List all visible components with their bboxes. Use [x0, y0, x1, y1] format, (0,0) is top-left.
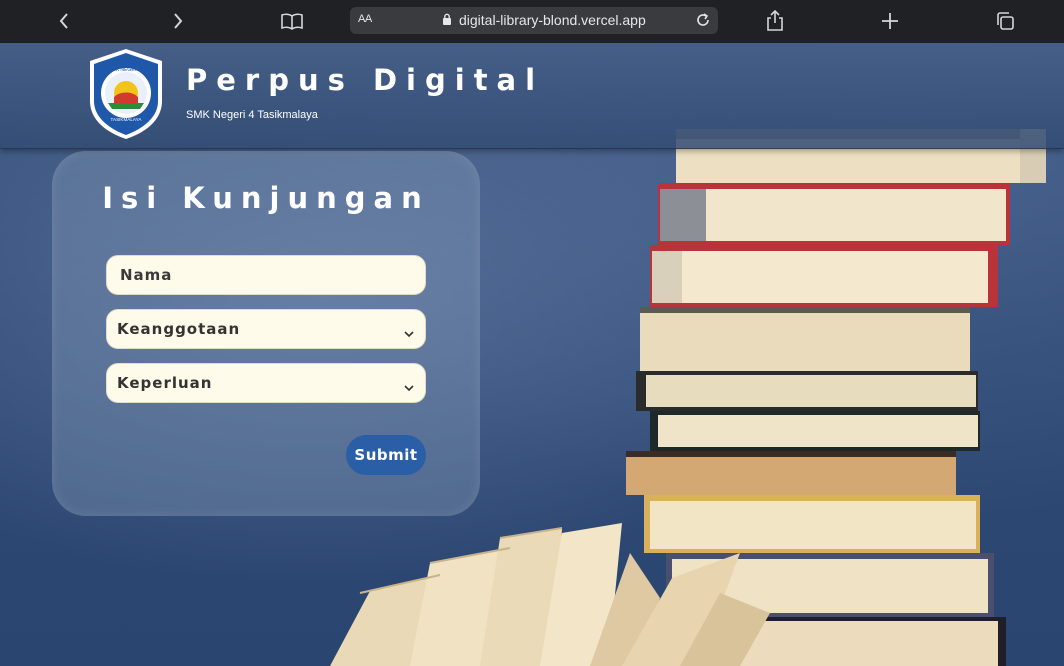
site-header: SMK NEGERI 4 TASIKMALAYA Perpus Digital … — [0, 43, 1064, 149]
name-field[interactable] — [106, 255, 426, 295]
bookmarks-icon[interactable] — [280, 5, 304, 37]
membership-select[interactable]: Keanggotaan — [106, 309, 426, 349]
forward-icon[interactable] — [166, 5, 190, 37]
membership-select-label: Keanggotaan — [117, 320, 241, 338]
page-background: SMK NEGERI 4 TASIKMALAYA Perpus Digital … — [0, 43, 1064, 666]
submit-button[interactable]: Submit — [346, 435, 426, 475]
purpose-select-label: Keperluan — [117, 374, 213, 392]
chevron-down-icon — [403, 324, 415, 343]
purpose-select[interactable]: Keperluan — [106, 363, 426, 403]
school-logo: SMK NEGERI 4 TASIKMALAYA — [90, 49, 162, 139]
share-icon[interactable] — [764, 5, 786, 37]
text-size-button[interactable]: AA — [358, 13, 372, 25]
url-text: digital-library-blond.vercel.app — [459, 12, 646, 28]
logo-top-text: SMK NEGERI 4 — [108, 67, 144, 73]
site-subtitle: SMK Negeri 4 Tasikmalaya — [186, 109, 318, 121]
name-input[interactable] — [107, 256, 425, 294]
reload-icon[interactable] — [694, 11, 712, 32]
logo-bottom-text: TASIKMALAYA — [111, 117, 143, 122]
tabs-icon[interactable] — [993, 5, 1017, 37]
address-bar[interactable]: AA digital-library-blond.vercel.app — [350, 7, 718, 34]
browser-toolbar: AA digital-library-blond.vercel.app — [0, 0, 1064, 43]
back-icon[interactable] — [52, 5, 76, 37]
new-tab-icon[interactable] — [878, 5, 902, 37]
form-title: Isi Kunjungan — [102, 181, 430, 215]
lock-icon — [442, 13, 452, 29]
chevron-down-icon — [403, 378, 415, 397]
site-title: Perpus Digital — [186, 63, 545, 97]
visit-form-card: Isi Kunjungan Keanggotaan Keperluan Subm… — [52, 151, 480, 516]
